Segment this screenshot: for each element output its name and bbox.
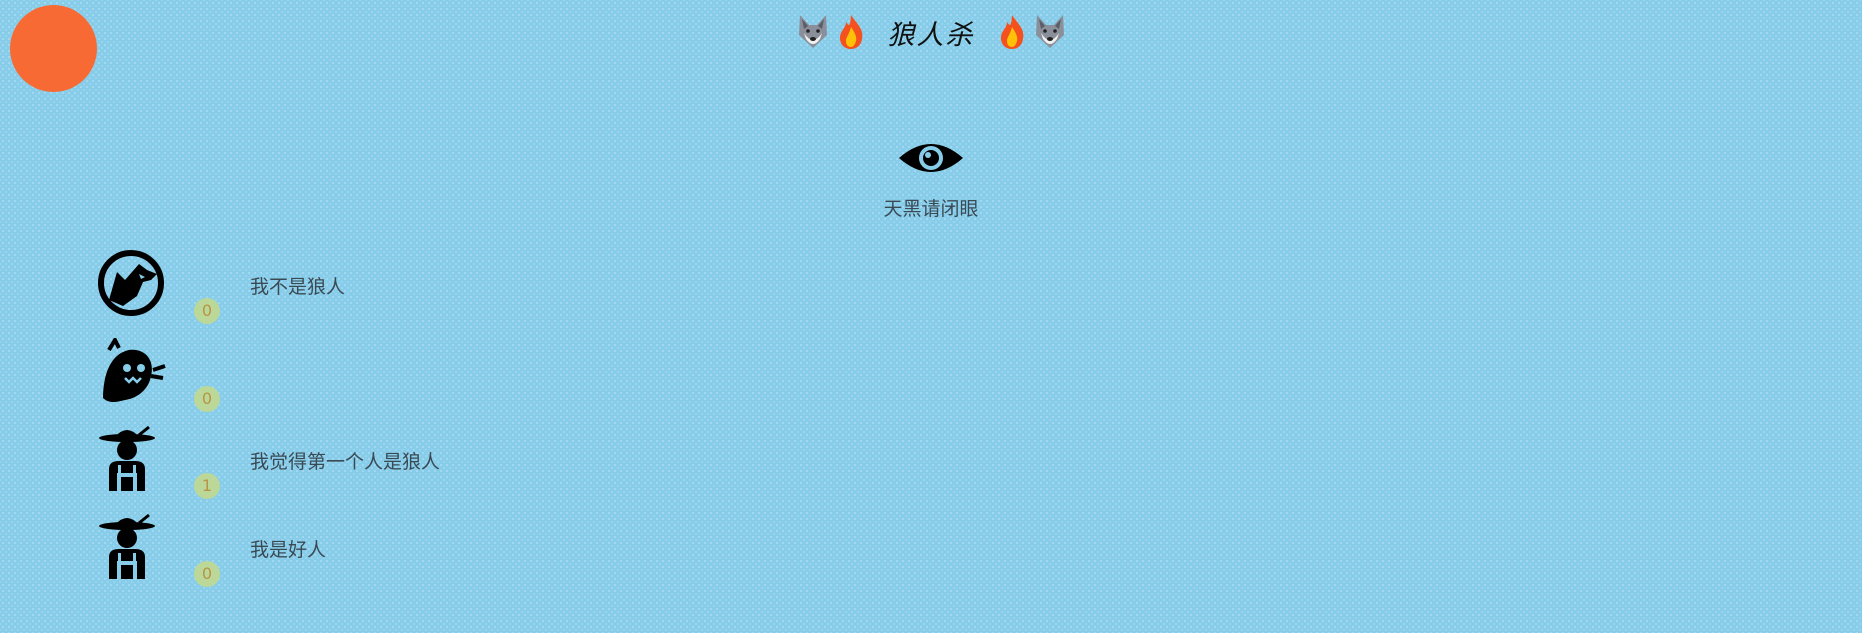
werewolf-icon: [98, 250, 164, 316]
fire-icon: [839, 15, 862, 49]
player-row[interactable]: 1 我觉得第一个人是狼人: [95, 425, 695, 505]
ghost-icon: [103, 338, 166, 402]
farmer-icon: [99, 425, 155, 491]
vote-count-badge: 0: [194, 298, 220, 324]
night-phase: 天黑请闭眼: [0, 136, 1862, 221]
phase-text: 天黑请闭眼: [883, 198, 979, 220]
vote-count-badge: 1: [194, 473, 220, 499]
player-row[interactable]: 0: [95, 338, 695, 418]
player-speech: 我不是狼人: [250, 276, 346, 298]
wolf-icon: [1035, 15, 1064, 48]
vote-count-badge: 0: [194, 386, 220, 412]
player-speech: 我觉得第一个人是狼人: [250, 451, 441, 473]
game-header: 狼人杀: [0, 10, 1862, 54]
vote-count-badge: 0: [194, 561, 220, 587]
game-title: 狼人杀: [887, 19, 975, 51]
fire-icon: [1000, 15, 1023, 49]
player-row[interactable]: 0 我不是狼人: [95, 250, 695, 330]
player-row[interactable]: 0 我是好人: [95, 513, 695, 593]
wolf-icon: [798, 15, 827, 48]
player-speech: 我是好人: [250, 539, 327, 561]
eye-icon: [899, 144, 963, 172]
farmer-icon: [99, 513, 155, 579]
